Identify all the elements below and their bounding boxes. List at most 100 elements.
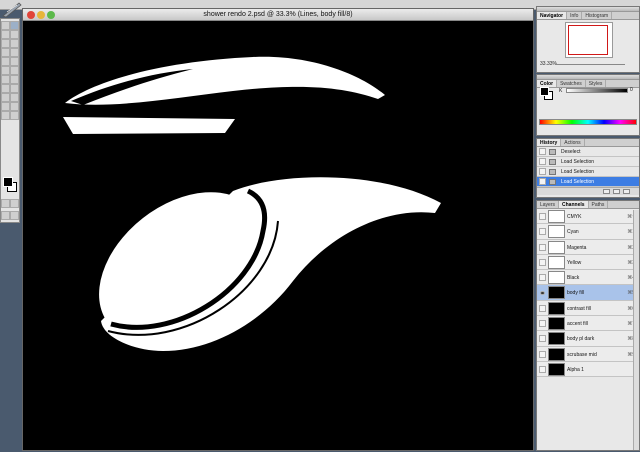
history-brush-source-icon[interactable] xyxy=(539,148,546,155)
channel-thumbnail xyxy=(548,317,565,331)
visibility-toggle-icon[interactable] xyxy=(539,304,546,312)
channel-label: body pl dark xyxy=(567,336,595,343)
brush-tool-icon[interactable] xyxy=(10,48,19,57)
load-selection-icon xyxy=(549,169,556,175)
history-item-selected[interactable]: Load Selection xyxy=(537,177,639,187)
tab-info[interactable]: Info xyxy=(567,12,583,19)
tab-styles[interactable]: Styles xyxy=(586,80,607,87)
hand-tool-icon[interactable] xyxy=(1,111,10,120)
zoom-tool-icon[interactable] xyxy=(10,111,19,120)
path-selection-tool-icon[interactable] xyxy=(1,84,10,93)
channel-row[interactable]: Cyan ⌘1 xyxy=(537,224,639,240)
screen-mode-icon[interactable] xyxy=(1,211,10,220)
channel-row[interactable]: Magenta ⌘2 xyxy=(537,239,639,255)
lasso-tool-icon[interactable] xyxy=(1,30,10,39)
eraser-tool-icon[interactable] xyxy=(1,66,10,75)
new-snapshot-icon[interactable] xyxy=(613,189,620,194)
channel-row-selected[interactable]: body fill ⌘5 xyxy=(537,285,639,301)
foreground-color-swatch[interactable] xyxy=(3,177,13,187)
tab-paths[interactable]: Paths xyxy=(589,201,609,208)
channel-value[interactable]: 0 xyxy=(630,87,633,93)
pen-tool-icon[interactable] xyxy=(1,93,10,102)
channel-row[interactable]: scrubase mid ⌘9 xyxy=(537,346,639,362)
channel-label: CMYK xyxy=(567,214,582,220)
image-canvas[interactable] xyxy=(23,21,533,450)
color-spectrum-bar[interactable] xyxy=(539,119,637,125)
history-item-label: Load Selection xyxy=(561,169,595,175)
healing-brush-tool-icon[interactable] xyxy=(1,48,10,57)
history-item[interactable]: Load Selection xyxy=(537,167,639,177)
k-channel-slider[interactable] xyxy=(566,88,628,93)
history-brush-source-icon[interactable] xyxy=(539,158,546,165)
navigator-view-frame[interactable] xyxy=(568,25,608,55)
magic-wand-tool-icon[interactable] xyxy=(10,30,19,39)
jump-to-imageready-icon[interactable] xyxy=(10,211,19,220)
channel-thumbnail xyxy=(548,225,565,239)
load-selection-icon xyxy=(549,159,556,165)
history-brush-tool-icon[interactable] xyxy=(10,57,19,66)
navigator-tabs: Navigator Info Histogram xyxy=(537,12,639,20)
tab-channels[interactable]: Channels xyxy=(559,201,589,208)
tab-navigator[interactable]: Navigator xyxy=(537,12,568,19)
crop-tool-icon[interactable] xyxy=(1,39,10,48)
standard-mode-icon[interactable] xyxy=(1,199,10,208)
channel-label: Alpha 1 xyxy=(567,366,584,373)
channel-row[interactable]: contrast fill ⌘6 xyxy=(537,300,639,317)
top-base-bar xyxy=(63,117,235,134)
tab-actions[interactable]: Actions xyxy=(561,139,585,146)
visibility-toggle-icon[interactable] xyxy=(539,228,546,236)
channel-row[interactable]: Black ⌘4 xyxy=(537,270,639,286)
channel-row[interactable]: accent fill ⌘7 xyxy=(537,316,639,332)
channel-label: scrubase mid xyxy=(567,351,597,358)
tab-swatches[interactable]: Swatches xyxy=(557,80,586,87)
visibility-toggle-icon[interactable] xyxy=(539,350,546,358)
clone-stamp-tool-icon[interactable] xyxy=(1,57,10,66)
visibility-toggle-icon[interactable] xyxy=(539,258,546,266)
tab-history[interactable]: History xyxy=(537,139,562,146)
history-brush-source-icon[interactable] xyxy=(539,178,546,185)
visibility-toggle-icon[interactable] xyxy=(539,335,546,343)
visibility-toggle-icon[interactable] xyxy=(539,274,546,282)
channel-thumbnail xyxy=(548,362,565,376)
channel-row[interactable]: body pl dark ⌘8 xyxy=(537,331,639,347)
move-tool-icon[interactable] xyxy=(10,21,19,30)
channel-row[interactable]: Yellow ⌘3 xyxy=(537,254,639,271)
delete-state-icon[interactable] xyxy=(623,189,630,194)
history-brush-source-icon[interactable] xyxy=(539,168,546,175)
tab-color[interactable]: Color xyxy=(537,80,558,87)
visibility-toggle-icon[interactable] xyxy=(539,320,546,328)
feather-icon[interactable] xyxy=(1,0,23,18)
dodge-tool-icon[interactable] xyxy=(10,75,19,84)
foreground-color-swatch[interactable] xyxy=(540,87,549,96)
notes-tool-icon[interactable] xyxy=(1,102,10,111)
channel-row[interactable]: Alpha 1 xyxy=(537,361,639,378)
quick-mask-mode-icon[interactable] xyxy=(10,199,19,208)
blur-tool-icon[interactable] xyxy=(1,75,10,84)
history-item[interactable]: Load Selection xyxy=(537,157,639,167)
new-document-from-state-icon[interactable] xyxy=(603,189,610,194)
shape-tool-icon[interactable] xyxy=(10,93,19,102)
color-tabs: Color Swatches Styles xyxy=(537,80,639,88)
channel-label: Black xyxy=(567,275,580,282)
tab-layers[interactable]: Layers xyxy=(537,201,560,208)
tab-histogram[interactable]: Histogram xyxy=(582,12,613,19)
channel-row[interactable]: CMYK ⌘~ xyxy=(537,209,639,225)
marquee-tool-icon[interactable] xyxy=(1,21,10,30)
channel-label: body fill xyxy=(567,290,584,297)
visibility-toggle-icon[interactable] xyxy=(539,365,546,373)
slice-tool-icon[interactable] xyxy=(10,39,19,48)
history-item[interactable]: Deselect xyxy=(537,147,639,157)
type-tool-icon[interactable] xyxy=(10,84,19,93)
gradient-tool-icon[interactable] xyxy=(10,66,19,75)
history-footer xyxy=(537,187,639,195)
navigator-preview[interactable] xyxy=(565,22,613,58)
visibility-toggle-icon[interactable] xyxy=(539,243,546,251)
eyedropper-tool-icon[interactable] xyxy=(10,102,19,111)
zoom-slider[interactable] xyxy=(555,64,625,65)
toolbox xyxy=(0,18,20,223)
channels-scrollbar[interactable] xyxy=(633,210,639,450)
channel-thumbnail xyxy=(548,286,565,300)
visibility-toggle-icon[interactable] xyxy=(539,213,546,220)
channel-label: Yellow xyxy=(567,259,582,266)
eye-icon[interactable] xyxy=(540,291,545,296)
